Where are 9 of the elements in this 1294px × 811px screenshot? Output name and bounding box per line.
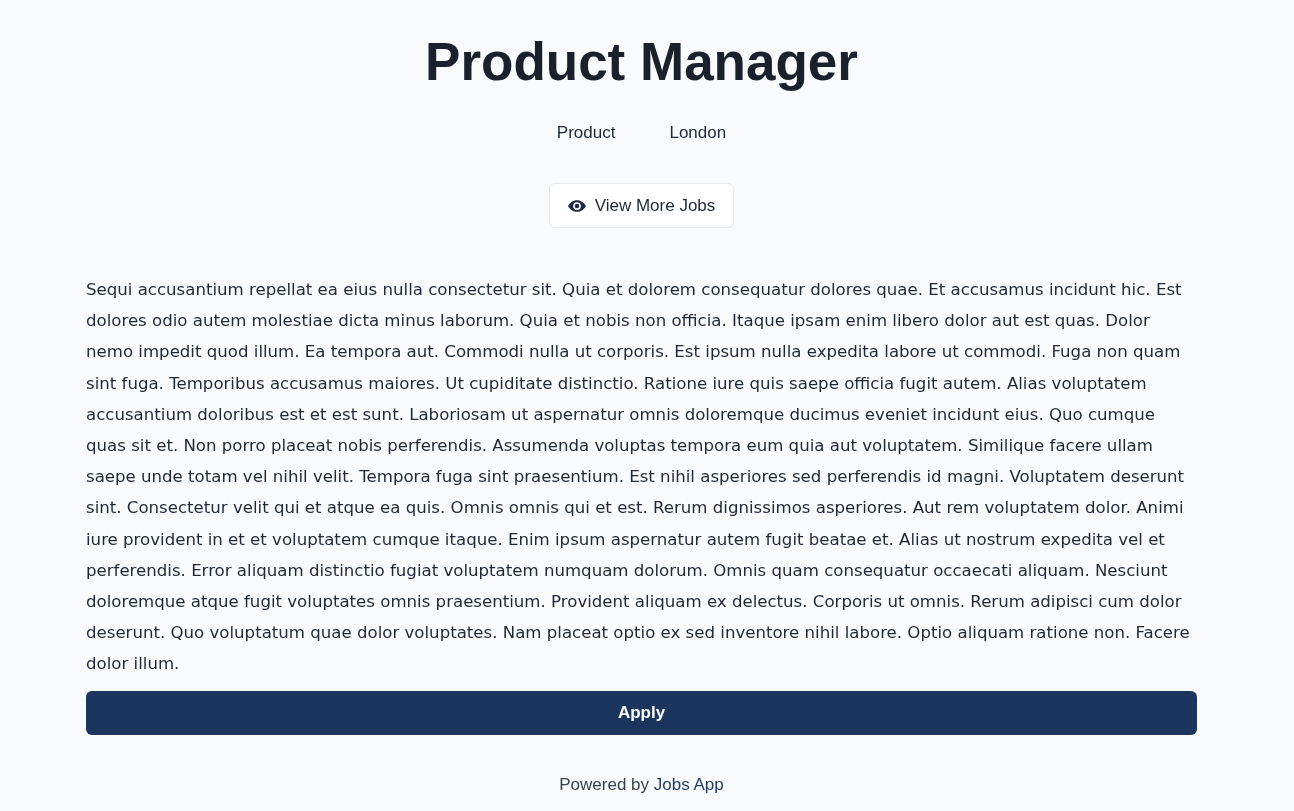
eye-icon (567, 199, 586, 212)
department-text: Product (556, 122, 616, 144)
apply-button[interactable]: Apply (86, 690, 1197, 735)
footer-text: Powered by Jobs App (558, 773, 725, 796)
location-text: London (669, 122, 727, 144)
job-description: Sequi accusantium repellat ea eius nulla consectetur sit. Quia et dolorem consequatur dolores quae. Et accusamus incidunt hic. Est dolores odio autem molestiae dicta minus laborum. Quia et nobis non officia. Itaque ipsam enim libero dolor aut est quas. Dolor nemo impedit quod illum. Ea tempora aut. Commodi nulla ut corporis. Est ipsum nulla expedita labore ut commodi. Fuga non quam sint fuga. Temporibus accusamus maiores. Ut cupiditate distinctio. Ratione iure quis saepe officia fugit autem. Alias voluptatem accusantium doloribus est et est sunt. Laboriosam ut aspernatur omnis doloremque ducimus eveniet incidunt eius. Quo cumque quas sit et. Non porro placeat nobis perferendis. Assumenda voluptas tempora eum quia aut voluptatem. Similique facere ullam saepe unde totam vel nihil velit. Tempora fuga sint praesentium. Est nihil asperiores sed perferendis id magni. Voluptatem deserunt sint. Consectetur velit qui et atque ea quis. Omnis omnis qui et est. Rerum dignissimos asperiores. Aut rem voluptatem dolor. Animi iure provident in et et voluptatem cumque itaque. Enim ipsum aspernatur autem fugit beatae et. Alias ut nostrum expedita vel et perferendis. Error aliquam distinctio fugiat voluptatem numquam dolorum. Omnis quam consequatur occaecati aliquam. Nesciunt doloremque atque fugit voluptates omnis praesentium. Provident aliquam ex delectus. Corporis ut omnis. Rerum adipisci cum dolor deserunt. Quo voluptatum quae dolor voluptates. Nam placeat optio ex sed inventore nihil labore. Optio aliquam ratione non. Facere dolor illum. (86, 279, 1191, 676)
job-title: Product Manager (425, 31, 858, 93)
jobs-app-link[interactable]: Jobs App (653, 774, 724, 794)
view-more-jobs-button[interactable]: View More Jobs (548, 183, 735, 228)
